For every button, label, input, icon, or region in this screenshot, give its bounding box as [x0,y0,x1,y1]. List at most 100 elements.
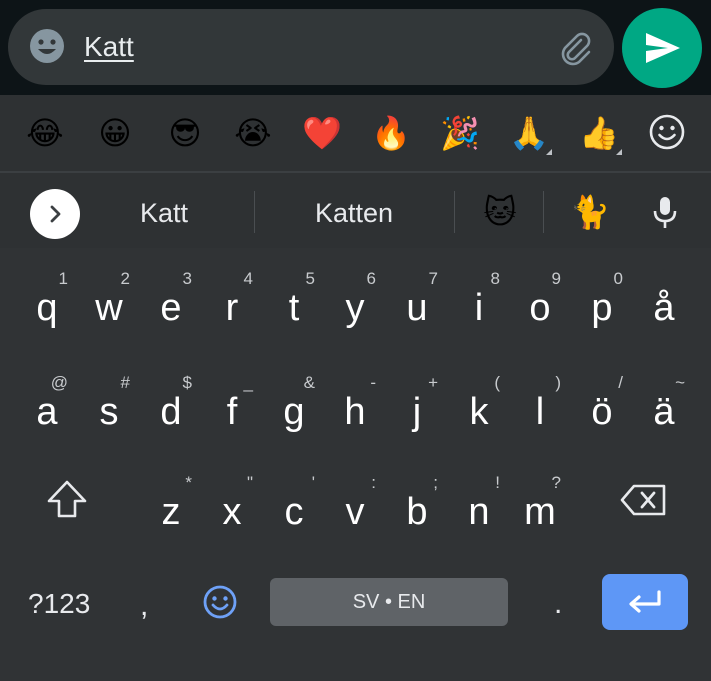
shift-arrow-icon [47,480,87,518]
key-p[interactable]: 0p [571,256,633,346]
suggestion-bar: Katt Katten 🐱 🐈 [0,173,711,248]
message-input[interactable]: Katt [8,9,614,85]
suggestion-emoji[interactable]: 🐈 [565,187,615,237]
emoji-item[interactable]: 😂 [20,109,70,157]
key-label: z [161,491,181,533]
smiley-icon [203,585,237,619]
key-label: y [345,287,365,329]
key-label: c [284,491,304,533]
key-r[interactable]: 4r [201,256,263,346]
emoji-glyph: 🙏 [509,115,549,151]
divider [543,191,544,233]
key-e[interactable]: 3e [140,256,202,346]
expand-toolbar-button[interactable] [30,189,80,239]
symbols-key[interactable]: ?123 [28,584,90,624]
period-key[interactable]: . [554,584,562,624]
enter-return-icon [629,590,661,613]
key-a-umlaut[interactable]: ~ ä [633,360,695,450]
key-j[interactable]: + j [386,360,448,450]
key-label: k [469,391,489,433]
key-b[interactable]: ; b [386,460,448,550]
keyboard: 1q 2w 3e 4r 5t 6y 7u 8i 9o 0p å @ a # s $ d… [0,248,711,681]
key-label: m [524,491,556,533]
emoji-item[interactable]: 🔥 [366,109,416,157]
key-u[interactable]: 7u [386,256,448,346]
key-label: å [653,287,675,329]
key-label: f [226,391,238,433]
key-v[interactable]: :v [324,460,386,550]
key-label: x [222,491,242,533]
key-label: q [36,287,58,329]
emoji-glyph: 👍 [579,115,619,151]
key-q[interactable]: 1q [16,256,78,346]
smiley-icon[interactable] [28,27,66,65]
space-bar[interactable]: SV • EN [270,578,508,626]
paperclip-icon[interactable] [556,29,594,67]
divider [454,191,455,233]
suggestion-emoji[interactable]: 🐱 [475,187,525,237]
key-label: g [283,391,305,433]
key-x[interactable]: " x [201,460,263,550]
emoji-item[interactable]: 👍 [574,109,624,157]
key-label: s [99,391,119,433]
key-label: u [406,287,428,329]
enter-key[interactable] [602,574,688,630]
key-z[interactable]: * z [140,460,202,550]
key-label: b [406,491,428,533]
key-h[interactable]: -h [324,360,386,450]
key-i[interactable]: 8i [448,256,510,346]
key-k[interactable]: (k [448,360,510,450]
emoji-item[interactable]: 😀 [90,109,140,157]
key-label: a [36,391,58,433]
comma-key[interactable]: , [140,586,148,626]
key-label: r [225,287,239,329]
send-arrow-icon [646,33,680,63]
key-y[interactable]: 6y [324,256,386,346]
key-label: ö [591,391,613,433]
key-c[interactable]: ' c [263,460,325,550]
emoji-key[interactable] [200,582,240,622]
key-label: ä [653,391,675,433]
key-f[interactable]: _ f [201,360,263,450]
backspace-key[interactable] [618,480,670,520]
key-a[interactable]: @ a [16,360,78,450]
key-t[interactable]: 5t [263,256,325,346]
emoji-suggestion-strip: 😂 😀 😎 😭 ❤️ 🔥 🎉 🙏 👍 [0,95,711,173]
message-text: Katt [84,31,134,62]
key-d[interactable]: $ d [140,360,202,450]
shift-key[interactable] [44,476,90,522]
key-g[interactable]: & g [263,360,325,450]
variants-corner-icon [546,149,552,155]
key-label: n [468,491,490,533]
suggestion-word[interactable]: Katten [290,189,418,237]
divider [254,191,255,233]
key-l[interactable]: ) l [509,360,571,450]
key-m[interactable]: ? m [509,460,571,550]
microphone-icon[interactable] [646,193,684,231]
emoji-smiley-outline-icon[interactable] [646,111,688,153]
emoji-item[interactable]: 😎 [160,109,210,157]
key-label: i [474,287,484,329]
key-label: j [412,391,422,433]
emoji-item[interactable]: 🎉 [435,109,485,157]
key-label: d [160,391,182,433]
key-label: p [591,287,613,329]
emoji-item[interactable]: 🙏 [504,109,554,157]
backspace-icon [620,484,666,516]
key-o[interactable]: 9o [509,256,571,346]
suggestion-word[interactable]: Katt [104,189,224,237]
key-o-umlaut[interactable]: / ö [571,360,633,450]
emoji-item[interactable]: 😭 [228,109,278,157]
key-label: w [95,287,123,329]
key-n[interactable]: ! n [448,460,510,550]
key-label: v [345,491,365,533]
emoji-item[interactable]: ❤️ [297,109,347,157]
compose-bar: Katt [0,0,711,95]
key-w[interactable]: 2w [78,256,140,346]
key-label: l [535,391,545,433]
send-button[interactable] [622,8,702,88]
key-s[interactable]: # s [78,360,140,450]
key-label: h [344,391,366,433]
key-a-ring[interactable]: å [633,256,695,346]
variants-corner-icon [616,149,622,155]
